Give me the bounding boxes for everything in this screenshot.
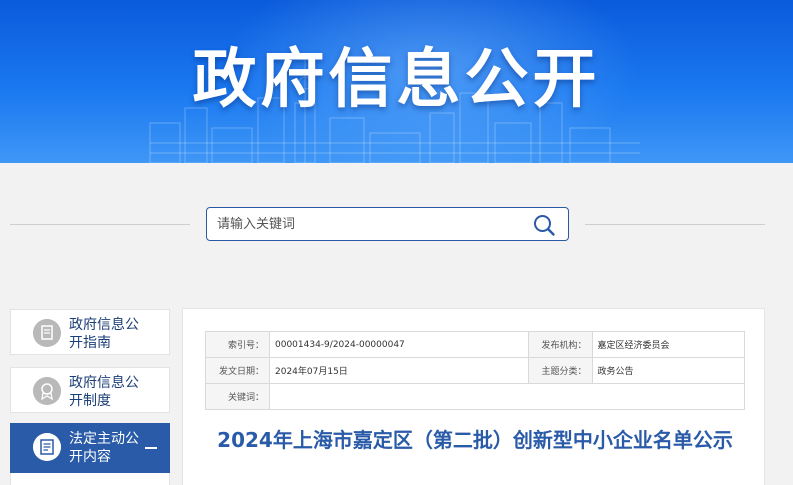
search-icon[interactable] — [532, 213, 556, 237]
badge-icon — [33, 377, 61, 405]
document-icon — [33, 319, 61, 347]
meta-value: 00001434-9/2024-00000047 — [269, 331, 529, 358]
sidebar-item-label: 法定主动公开内容 — [69, 431, 139, 465]
search-box — [206, 207, 569, 241]
meta-value: 2024年07月15日 — [269, 357, 529, 384]
list-icon — [33, 433, 61, 461]
metadata-table: 索引号： 00001434-9/2024-00000047 发布机构： 嘉定区经… — [205, 331, 746, 410]
meta-label: 发布机构： — [527, 331, 593, 358]
sidebar-item-content[interactable]: 法定主动公开内容 — [10, 423, 170, 473]
search-input[interactable] — [217, 214, 517, 234]
meta-label: 索引号： — [205, 331, 270, 358]
meta-value: 政务公告 — [591, 357, 746, 384]
sidebar-item-system[interactable]: 政府信息公开制度 — [10, 367, 170, 413]
document-title: 2024年上海市嘉定区（第二批）创新型中小企业名单公示 — [217, 428, 733, 452]
divider-left — [10, 224, 190, 225]
collapse-icon[interactable] — [145, 447, 157, 449]
divider-right — [585, 224, 765, 225]
header-banner: 政府信息公开 — [0, 0, 793, 163]
main-content: 索引号： 00001434-9/2024-00000047 发布机构： 嘉定区经… — [182, 308, 765, 485]
meta-value: 嘉定区经济委员会 — [591, 331, 746, 358]
meta-value — [269, 383, 745, 410]
sidebar-item-label: 政府信息公开指南 — [69, 317, 139, 351]
table-row: 索引号： 00001434-9/2024-00000047 发布机构： 嘉定区经… — [205, 331, 746, 358]
meta-label: 关键词： — [205, 383, 270, 410]
sidebar-item-guide[interactable]: 政府信息公开指南 — [10, 309, 170, 355]
meta-label: 主题分类： — [527, 357, 593, 384]
table-row: 发文日期： 2024年07月15日 主题分类： 政务公告 — [205, 357, 746, 384]
table-row: 关键词： — [205, 383, 745, 410]
sidebar-subpanel — [10, 473, 170, 485]
banner-title: 政府信息公开 — [192, 43, 601, 117]
meta-label: 发文日期： — [205, 357, 270, 384]
sidebar-item-label: 政府信息公开制度 — [69, 375, 139, 409]
